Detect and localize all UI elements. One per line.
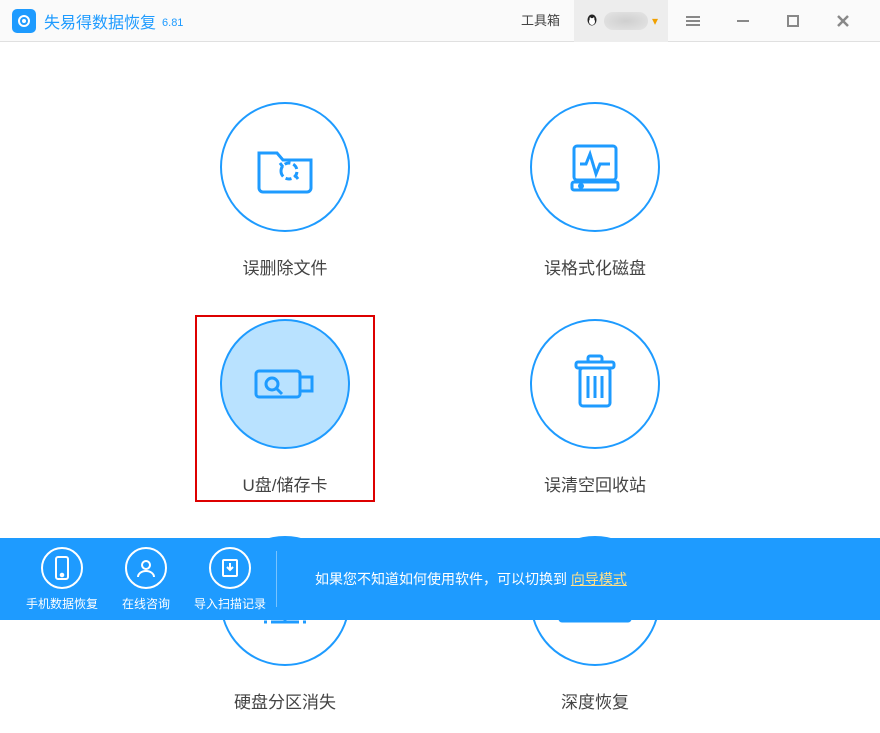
footer-label: 导入扫描记录 (194, 595, 266, 612)
option-label: 误删除文件 (243, 254, 328, 279)
minimize-button[interactable] (718, 0, 768, 42)
option-formatted-disk[interactable]: 误格式化磁盘 (505, 102, 685, 279)
footer-hint: 如果您不知道如何使用软件，可以切换到 向导模式 (315, 569, 627, 589)
account-button[interactable]: ▾ (574, 0, 668, 42)
option-label: 深度恢复 (561, 688, 629, 713)
option-label: U盘/储存卡 (243, 471, 328, 496)
footer-bar: 手机数据恢复 在线咨询 导入扫描记录 如果您不知道如何使用软件，可以切换到 向导… (0, 538, 880, 620)
option-label: 误格式化磁盘 (544, 254, 646, 279)
footer-separator (276, 551, 277, 607)
option-deleted-files[interactable]: 误删除文件 (195, 102, 375, 279)
phone-icon (41, 547, 83, 589)
app-title: 失易得数据恢复 (44, 9, 156, 33)
maximize-button[interactable] (768, 0, 818, 42)
folder-recycle-icon (220, 102, 350, 232)
account-name-blurred (604, 12, 648, 30)
option-label: 硬盘分区消失 (234, 688, 336, 713)
option-emptied-recycle[interactable]: 误清空回收站 (505, 319, 685, 496)
footer-online-consult[interactable]: 在线咨询 (104, 547, 188, 612)
recovery-options-grid: 误删除文件 误格式化磁盘 U盘/储存卡 (0, 42, 880, 733)
close-button[interactable] (818, 0, 868, 42)
footer-label: 在线咨询 (122, 595, 170, 612)
import-icon (209, 547, 251, 589)
app-logo (12, 9, 36, 33)
wizard-mode-link[interactable]: 向导模式 (571, 571, 627, 587)
option-label: 误清空回收站 (544, 471, 646, 496)
footer-mobile-recover[interactable]: 手机数据恢复 (20, 547, 104, 612)
trash-icon (530, 319, 660, 449)
app-version: 6.81 (162, 17, 183, 29)
menu-button[interactable] (668, 0, 718, 42)
option-usb-card[interactable]: U盘/储存卡 (195, 315, 375, 502)
person-icon (125, 547, 167, 589)
qq-icon (584, 13, 600, 29)
footer-hint-text: 如果您不知道如何使用软件，可以切换到 (315, 571, 571, 587)
footer-import-scan[interactable]: 导入扫描记录 (188, 547, 272, 612)
chevron-down-icon: ▾ (652, 14, 658, 28)
drive-pulse-icon (530, 102, 660, 232)
titlebar: 失易得数据恢复 6.81 工具箱 ▾ (0, 0, 880, 42)
usb-drive-icon (220, 319, 350, 449)
toolbox-button[interactable]: 工具箱 (507, 0, 574, 42)
footer-label: 手机数据恢复 (26, 595, 98, 612)
